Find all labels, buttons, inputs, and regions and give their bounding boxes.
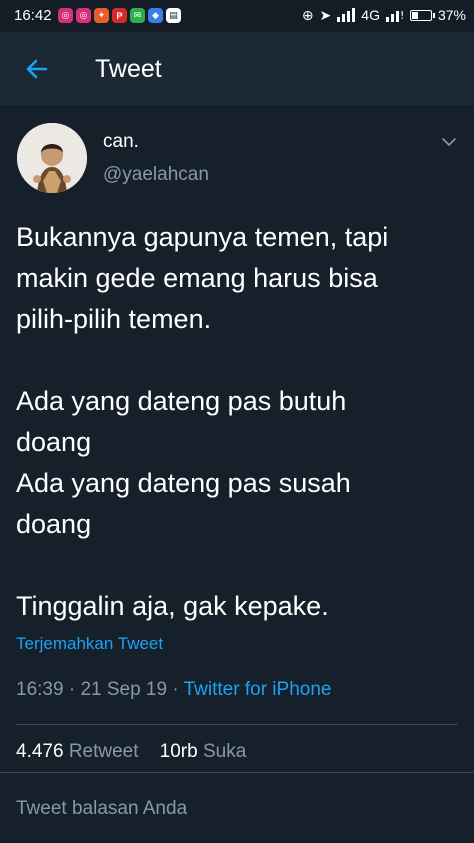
divider xyxy=(16,724,458,725)
signal-2-icon: ! xyxy=(385,9,404,22)
notification-icons: ◎ ◎ ✦ P ✉ ◆ ▤ xyxy=(58,8,181,23)
tweet-date: 21 Sep 19 xyxy=(80,679,168,700)
back-button[interactable] xyxy=(20,52,54,86)
tweet-source-link[interactable]: Twitter for iPhone xyxy=(184,679,332,700)
user-handle[interactable]: @yaelahcan xyxy=(103,164,209,186)
likes-stat[interactable]: 10rb Suka xyxy=(160,741,247,762)
messenger-icon: ✦ xyxy=(94,8,109,23)
reply-bar: Tweet balasan Anda xyxy=(0,772,474,843)
meta-separator: · xyxy=(68,679,76,700)
tweet-line-break xyxy=(16,340,461,381)
network-type: 4G xyxy=(361,7,380,23)
tweet-line: makin gede emang harus bisa xyxy=(16,263,378,293)
tweet-text: Bukannya gapunya temen, tapi makin gede … xyxy=(16,217,461,627)
instagram-icon: ◎ xyxy=(58,8,73,23)
status-bar: 16:42 ◎ ◎ ✦ P ✉ ◆ ▤ ⊕ ➤ 4G ! 37% xyxy=(0,0,474,32)
svg-text:!: ! xyxy=(400,9,404,22)
video-icon: ▤ xyxy=(166,8,181,23)
location-icon: ➤ xyxy=(319,7,332,23)
avatar-image xyxy=(17,123,87,193)
reply-input[interactable]: Tweet balasan Anda xyxy=(16,798,187,820)
like-count: 10rb xyxy=(159,741,198,762)
arrow-left-icon xyxy=(26,59,48,79)
tweet-line: pilih-pilih temen. xyxy=(16,304,212,334)
pinterest-icon: P xyxy=(112,8,127,23)
more-options-button[interactable] xyxy=(441,134,457,150)
meta-separator: · xyxy=(172,679,179,700)
avatar[interactable] xyxy=(17,123,87,193)
app-header: Tweet xyxy=(0,32,474,107)
status-indicators: ⊕ ➤ 4G ! 37% xyxy=(302,6,466,24)
tweet-line: Bukannya gapunya temen, tapi xyxy=(16,222,389,252)
tweet-line: doang xyxy=(16,509,92,539)
display-name[interactable]: can. xyxy=(103,131,139,153)
chevron-down-icon xyxy=(442,138,456,146)
instagram-icon: ◎ xyxy=(76,8,91,23)
status-time: 16:42 xyxy=(14,7,52,24)
tweet-time: 16:39 xyxy=(16,679,64,700)
tweet-stats: 4.476 Retweet 10rb Suka xyxy=(16,741,246,763)
battery-percent: 37% xyxy=(437,7,466,23)
tweet-line: Ada yang dateng pas butuh xyxy=(16,386,347,416)
tweet-line-break xyxy=(16,545,461,586)
tweet-line: Tinggalin aja, gak kepake. xyxy=(16,591,329,621)
maps-icon: ◆ xyxy=(148,8,163,23)
tweet-line: Ada yang dateng pas susah xyxy=(16,468,351,498)
tweet-meta: 16:39 · 21 Sep 19 · Twitter for iPhone xyxy=(16,679,331,701)
message-icon: ✉ xyxy=(130,8,145,23)
page-title: Tweet xyxy=(95,55,162,83)
retweets-stat[interactable]: 4.476 Retweet xyxy=(16,741,144,762)
tweet-line: doang xyxy=(16,427,92,457)
signal-icon xyxy=(337,8,356,22)
retweet-count: 4.476 xyxy=(16,741,64,762)
like-label: Suka xyxy=(202,741,247,762)
translate-tweet-link[interactable]: Terjemahkan Tweet xyxy=(16,634,163,654)
sync-icon: ⊕ xyxy=(301,7,314,23)
retweet-label: Retweet xyxy=(68,741,139,762)
battery-icon xyxy=(409,9,435,21)
